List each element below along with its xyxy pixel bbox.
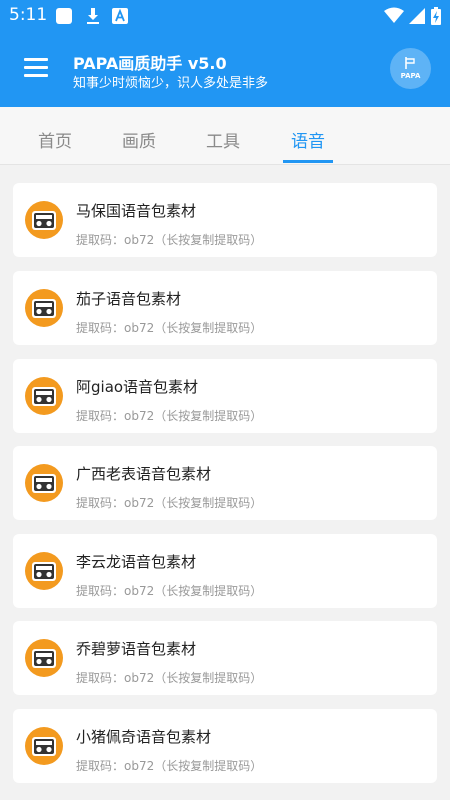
list-item[interactable]: 乔碧萝语音包素材 提取码：ob72（长按复制提取码） <box>13 621 437 695</box>
boombox-icon <box>25 727 63 765</box>
item-title: 阿giao语音包素材 <box>76 378 199 396</box>
boombox-icon <box>25 639 63 677</box>
tab-quality[interactable]: 画质 <box>109 127 169 152</box>
list-item[interactable]: 广西老表语音包素材 提取码：ob72（长按复制提取码） <box>13 446 437 520</box>
flag-icon <box>405 57 415 69</box>
list-item[interactable]: 小猪佩奇语音包素材 提取码：ob72（长按复制提取码） <box>13 709 437 783</box>
font-a-icon <box>112 8 128 24</box>
tab-bar: 首页 画质 工具 语音 <box>0 107 450 165</box>
menu-bar-line <box>24 66 48 69</box>
boombox-icon <box>25 377 63 415</box>
boombox-icon <box>25 201 63 239</box>
item-title: 李云龙语音包素材 <box>76 553 197 571</box>
item-title: 茄子语音包素材 <box>76 290 182 308</box>
item-title: 小猪佩奇语音包素材 <box>76 728 212 746</box>
download-icon <box>87 8 99 24</box>
status-time: 5:11 <box>9 5 48 25</box>
tab-home[interactable]: 首页 <box>25 127 85 152</box>
battery-charging-icon <box>431 7 441 25</box>
item-code: 提取码：ob72（长按复制提取码） <box>76 759 263 773</box>
boombox-icon <box>25 464 63 502</box>
list-item[interactable]: 马保国语音包素材 提取码：ob72（长按复制提取码） <box>13 183 437 257</box>
boombox-icon <box>25 289 63 327</box>
item-title: 广西老表语音包素材 <box>76 465 212 483</box>
item-code: 提取码：ob72（长按复制提取码） <box>76 233 263 247</box>
menu-bar-line <box>24 58 48 61</box>
app-square-icon <box>56 8 72 24</box>
item-code: 提取码：ob72（长按复制提取码） <box>76 671 263 685</box>
app-logo[interactable]: PAPA <box>390 48 431 89</box>
app-subtitle: 知事少时烦恼少，识人多处是非多 <box>73 76 269 91</box>
list-item[interactable]: 李云龙语音包素材 提取码：ob72（长按复制提取码） <box>13 534 437 608</box>
logo-text: PAPA <box>400 72 421 80</box>
tab-tools[interactable]: 工具 <box>193 127 253 152</box>
tab-indicator <box>283 160 333 163</box>
item-code: 提取码：ob72（长按复制提取码） <box>76 409 263 423</box>
tab-voice[interactable]: 语音 <box>278 127 338 152</box>
app-title: PAPA画质助手 v5.0 <box>73 54 227 73</box>
menu-button[interactable] <box>24 58 48 80</box>
list-item[interactable]: 阿giao语音包素材 提取码：ob72（长按复制提取码） <box>13 359 437 433</box>
menu-bar-line <box>24 74 48 77</box>
item-title: 乔碧萝语音包素材 <box>76 640 197 658</box>
item-code: 提取码：ob72（长按复制提取码） <box>76 584 263 598</box>
list-item[interactable]: 茄子语音包素材 提取码：ob72（长按复制提取码） <box>13 271 437 345</box>
item-title: 马保国语音包素材 <box>76 202 197 220</box>
item-code: 提取码：ob72（长按复制提取码） <box>76 496 263 510</box>
status-bar: 5:11 <box>0 0 450 32</box>
wifi-icon <box>384 7 404 23</box>
signal-icon <box>409 8 425 24</box>
boombox-icon <box>25 552 63 590</box>
app-bar: PAPA画质助手 v5.0 知事少时烦恼少，识人多处是非多 PAPA <box>0 32 450 107</box>
item-code: 提取码：ob72（长按复制提取码） <box>76 321 263 335</box>
